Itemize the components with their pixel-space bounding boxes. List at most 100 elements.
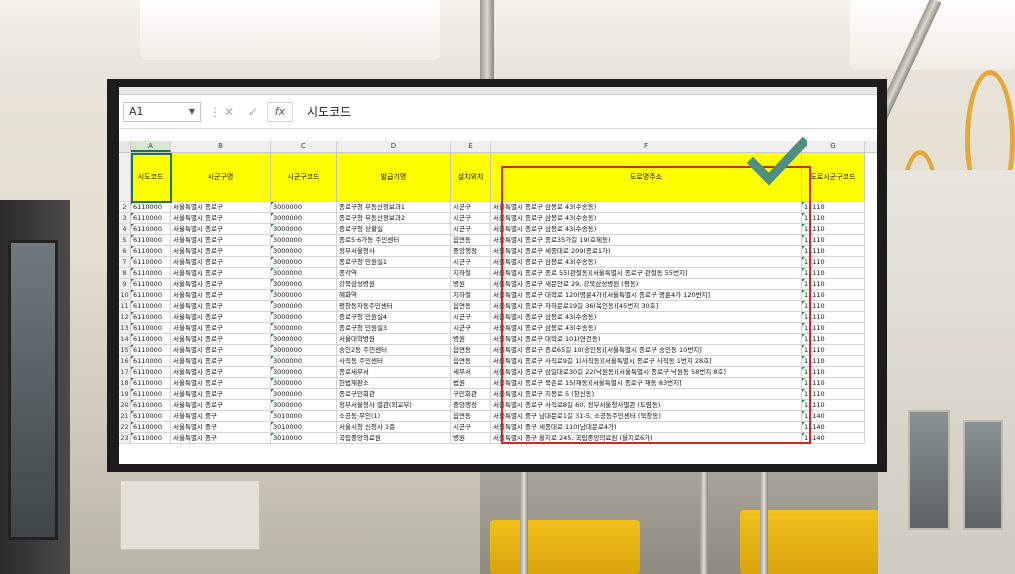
table-cell[interactable]: 서울특별시 종로구 삼봉로 43(수송동)	[491, 213, 802, 224]
table-cell[interactable]: 지하철	[451, 290, 491, 301]
table-cell[interactable]: 11140	[802, 422, 865, 433]
table-cell[interactable]: 서울특별시 종로구	[171, 312, 271, 323]
table-cell[interactable]: 3000000	[271, 356, 337, 367]
table-cell[interactable]: 서울특별시 종로구	[171, 257, 271, 268]
table-cell[interactable]: 서울특별시 종로구	[171, 224, 271, 235]
table-cell[interactable]: 3000000	[271, 312, 337, 323]
table-cell[interactable]: 3000000	[271, 301, 337, 312]
table-cell[interactable]: 서울특별시 종로구	[171, 279, 271, 290]
table-cell[interactable]: 11110	[802, 378, 865, 389]
column-header-d[interactable]: D	[337, 141, 451, 152]
table-cell[interactable]: 병원	[451, 279, 491, 290]
table-cell[interactable]: 서울특별시 종로구 사직로8길 60, 정부서울청사별관 (도렴동)	[491, 400, 802, 411]
table-cell[interactable]: 6110000	[131, 345, 171, 356]
table-cell[interactable]: 6110000	[131, 400, 171, 411]
header-cell-road-sigungu-code[interactable]: 도로시군구코드	[802, 153, 865, 202]
table-cell[interactable]: 서울특별시 중구	[171, 433, 271, 444]
table-cell[interactable]: 서울특별시 종로구	[171, 389, 271, 400]
table-cell[interactable]: 11110	[802, 279, 865, 290]
column-header-e[interactable]: E	[451, 141, 491, 152]
table-cell[interactable]: 서울특별시 종로구 대학로 120(명륜4가)[서울특별시 종로구 명륜4가 1…	[491, 290, 802, 301]
table-cell[interactable]: 6110000	[131, 224, 171, 235]
table-cell[interactable]: 평창동자동주민센터	[337, 301, 451, 312]
header-cell-sigungu-code[interactable]: 시군구코드	[271, 153, 337, 202]
table-cell[interactable]: 사직동 주민센터	[337, 356, 451, 367]
table-cell[interactable]: 서울특별시 종로구	[171, 213, 271, 224]
header-cell-issuer-name[interactable]: 발급기명	[337, 153, 451, 202]
table-cell[interactable]: 서울특별시 종로구	[171, 356, 271, 367]
table-cell[interactable]: 11110	[802, 367, 865, 378]
row-number[interactable]: 3	[119, 213, 131, 224]
table-cell[interactable]: 중앙행정	[451, 400, 491, 411]
table-cell[interactable]: 6110000	[131, 268, 171, 279]
table-cell[interactable]: 11110	[802, 301, 865, 312]
table-cell[interactable]: 11110	[802, 235, 865, 246]
row-number[interactable]: 6	[119, 246, 131, 257]
column-header-g[interactable]: G	[802, 141, 865, 152]
table-cell[interactable]: 법원	[451, 378, 491, 389]
row-number[interactable]: 9	[119, 279, 131, 290]
table-cell[interactable]: 서울특별시 종로구 종로 55(관철동)[서울특별시 종로구 관철동 55번지]	[491, 268, 802, 279]
table-cell[interactable]: 서울특별시 종로구 새문안로 29, 강북삼성병원 (평동)	[491, 279, 802, 290]
table-cell[interactable]: 3010000	[271, 422, 337, 433]
table-cell[interactable]: 서울특별시 중구 을지로 245, 국립중앙의료원 (을지로6가)	[491, 433, 802, 444]
row-number[interactable]: 15	[119, 345, 131, 356]
table-cell[interactable]: 6110000	[131, 290, 171, 301]
table-cell[interactable]: 종로구청 부동산정보과1	[337, 202, 451, 213]
row-number[interactable]: 5	[119, 235, 131, 246]
table-cell[interactable]: 11140	[802, 411, 865, 422]
row-number[interactable]: 11	[119, 301, 131, 312]
table-cell[interactable]: 읍면동	[451, 411, 491, 422]
table-cell[interactable]: 서울특별시 종로구	[171, 334, 271, 345]
table-cell[interactable]: 3000000	[271, 257, 337, 268]
table-cell[interactable]: 6110000	[131, 257, 171, 268]
table-cell[interactable]: 3010000	[271, 433, 337, 444]
table-cell[interactable]: 6110000	[131, 433, 171, 444]
table-cell[interactable]: 6110000	[131, 356, 171, 367]
table-cell[interactable]: 시군구	[451, 323, 491, 334]
table-cell[interactable]: 서울특별시 종로구 삼봉로 43(수송동)	[491, 202, 802, 213]
table-cell[interactable]: 서울특별시 종로구 삼봉로 43(수송동)	[491, 224, 802, 235]
row-number[interactable]: 19	[119, 389, 131, 400]
table-cell[interactable]: 서울특별시 중구 세종대로 110(남대문로4가)	[491, 422, 802, 433]
row-number[interactable]: 13	[119, 323, 131, 334]
table-cell[interactable]: 시군구	[451, 213, 491, 224]
table-cell[interactable]: 시군구	[451, 224, 491, 235]
table-cell[interactable]: 11110	[802, 334, 865, 345]
row-number[interactable]: 23	[119, 433, 131, 444]
table-cell[interactable]: 종로구청 부동산정보과2	[337, 213, 451, 224]
table-cell[interactable]: 서울특별시 종로구	[171, 400, 271, 411]
table-cell[interactable]: 6110000	[131, 334, 171, 345]
table-cell[interactable]: 3000000	[271, 378, 337, 389]
row-number[interactable]: 4	[119, 224, 131, 235]
table-cell[interactable]: 11110	[802, 246, 865, 257]
table-cell[interactable]: 3000000	[271, 345, 337, 356]
table-cell[interactable]: 6110000	[131, 279, 171, 290]
table-cell[interactable]: 종각역	[337, 268, 451, 279]
confirm-icon[interactable]: ✓	[241, 105, 265, 119]
chevron-down-icon[interactable]: ▼	[189, 107, 195, 116]
table-cell[interactable]: 정부서울청사	[337, 246, 451, 257]
table-cell[interactable]: 읍면동	[451, 356, 491, 367]
table-cell[interactable]: 11110	[802, 400, 865, 411]
table-cell[interactable]: 6110000	[131, 235, 171, 246]
row-number[interactable]: 21	[119, 411, 131, 422]
table-cell[interactable]: 3000000	[271, 334, 337, 345]
table-cell[interactable]: 종로5·6가동 주민센터	[337, 235, 451, 246]
table-cell[interactable]: 서울특별시 종로구	[171, 367, 271, 378]
table-cell[interactable]: 6110000	[131, 367, 171, 378]
row-number[interactable]: 18	[119, 378, 131, 389]
table-cell[interactable]: 11110	[802, 224, 865, 235]
row-number[interactable]: 16	[119, 356, 131, 367]
table-cell[interactable]: 11110	[802, 323, 865, 334]
table-cell[interactable]: 11140	[802, 433, 865, 444]
table-cell[interactable]: 국립중앙의료원	[337, 433, 451, 444]
table-cell[interactable]: 서울대학병원	[337, 334, 451, 345]
table-cell[interactable]: 11110	[802, 268, 865, 279]
table-cell[interactable]: 6110000	[131, 246, 171, 257]
table-cell[interactable]: 숭인2동 주민센터	[337, 345, 451, 356]
table-cell[interactable]: 종로구청 민원실3	[337, 323, 451, 334]
table-cell[interactable]: 11110	[802, 202, 865, 213]
header-cell-location[interactable]: 설치위치	[451, 153, 491, 202]
header-cell-sido-code[interactable]: 시도코드	[131, 153, 171, 202]
